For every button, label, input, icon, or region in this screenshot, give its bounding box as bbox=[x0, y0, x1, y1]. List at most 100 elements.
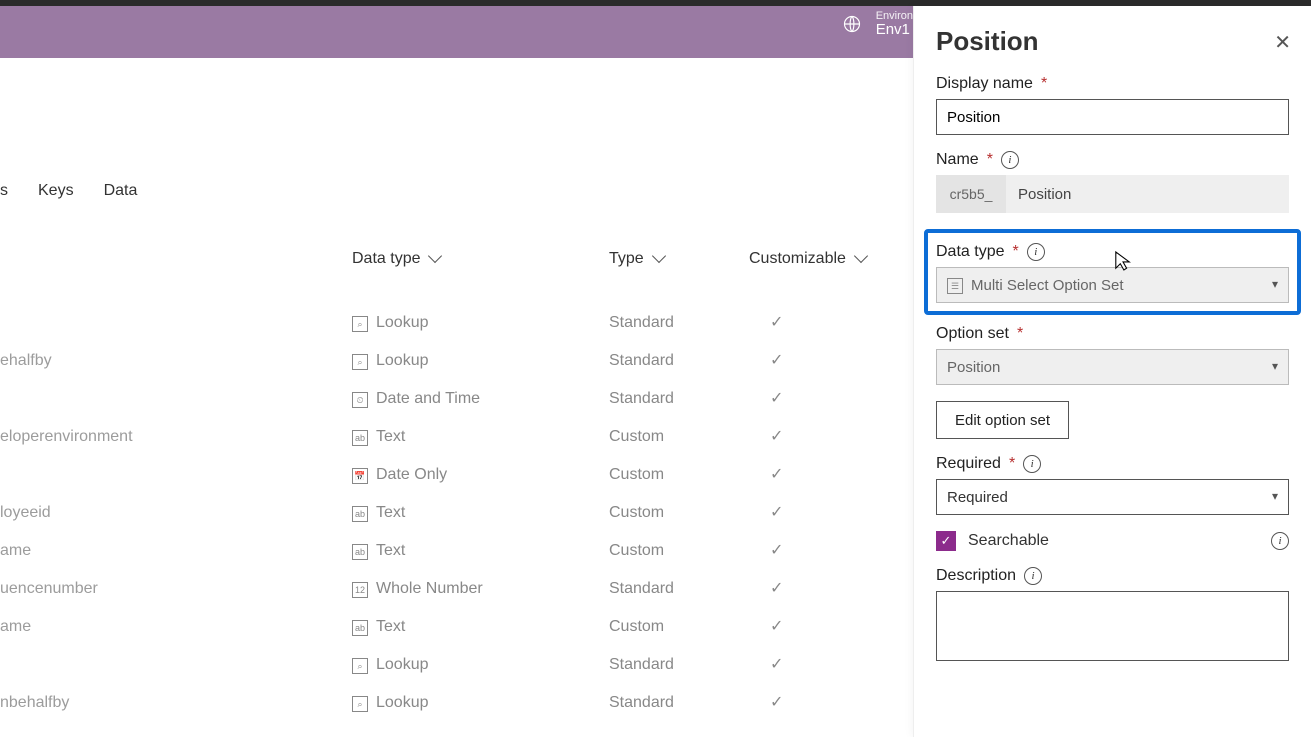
chevron-down-icon: ▾ bbox=[1272, 359, 1278, 373]
row-datatype-text: Text bbox=[376, 418, 405, 456]
table-row[interactable]: ameabTextCustom✓ bbox=[0, 608, 915, 646]
tab-partial[interactable]: s bbox=[0, 182, 8, 200]
row-customizable-check: ✓ bbox=[770, 304, 783, 342]
field-description: Description i bbox=[936, 567, 1289, 666]
row-datatype-text: Lookup bbox=[376, 304, 429, 342]
required-asterisk: * bbox=[987, 151, 993, 169]
name-suffix: Position bbox=[1006, 175, 1289, 213]
column-header-label: Customizable bbox=[749, 250, 846, 268]
datatype-icon: ⌕ bbox=[352, 696, 368, 712]
column-header-type[interactable]: Type bbox=[609, 250, 664, 268]
field-properties-panel: Position ✕ Display name * Name * i cr5b5… bbox=[913, 6, 1311, 737]
datatype-icon: ⌕ bbox=[352, 354, 368, 370]
info-icon[interactable]: i bbox=[1027, 243, 1045, 261]
tab-data[interactable]: Data bbox=[104, 182, 138, 200]
optionset-icon: ☰ bbox=[947, 278, 963, 294]
checkmark-icon: ✓ bbox=[936, 531, 956, 551]
row-datatype-text: Text bbox=[376, 494, 405, 532]
data-type-select[interactable]: ☰ Multi Select Option Set ▾ bbox=[936, 267, 1289, 303]
table-row[interactable]: ehalfby ⌕ Lookup Standard ✓ bbox=[0, 342, 915, 380]
row-datatype-text: Whole Number bbox=[376, 570, 483, 608]
datatype-icon: ⌕ bbox=[352, 658, 368, 674]
table-row[interactable]: uencenumber12Whole NumberStandard✓ bbox=[0, 570, 915, 608]
column-header-customizable[interactable]: Customizable bbox=[749, 250, 866, 268]
column-header-label: Type bbox=[609, 250, 644, 268]
row-type: Custom bbox=[609, 532, 664, 570]
row-name: ame bbox=[0, 532, 31, 570]
row-type: Standard bbox=[609, 342, 674, 380]
row-datatype-text: Lookup bbox=[376, 342, 429, 380]
datatype-icon: ab bbox=[352, 620, 368, 636]
table-row[interactable]: ameabTextCustom✓ bbox=[0, 532, 915, 570]
data-type-value: Multi Select Option Set bbox=[971, 277, 1124, 294]
environment-text: Environ Env1 bbox=[876, 10, 913, 39]
highlighted-data-type: Data type * i ☰ Multi Select Option Set … bbox=[924, 229, 1301, 315]
row-customizable-check: ✓ bbox=[770, 570, 783, 608]
row-type: Custom bbox=[609, 418, 664, 456]
row-datatype-text: Lookup bbox=[376, 646, 429, 684]
environment-picker[interactable]: Environ Env1 bbox=[842, 10, 913, 39]
row-datatype: ab Text bbox=[352, 608, 405, 646]
row-datatype-text: Text bbox=[376, 608, 405, 646]
row-datatype: 12Whole Number bbox=[352, 570, 483, 608]
field-name: Name * i cr5b5_ Position bbox=[936, 151, 1289, 213]
tab-keys[interactable]: Keys bbox=[38, 182, 74, 200]
environment-label: Environ bbox=[876, 10, 913, 22]
chevron-down-icon: ▾ bbox=[1272, 489, 1278, 503]
chevron-down-icon: ▾ bbox=[1272, 277, 1278, 291]
required-select[interactable]: Required ▾ bbox=[936, 479, 1289, 515]
option-set-select[interactable]: Position ▾ bbox=[936, 349, 1289, 385]
row-type: Custom bbox=[609, 608, 664, 646]
close-button[interactable]: ✕ bbox=[1274, 30, 1291, 55]
table-row[interactable]: loyeeidabTextCustom✓ bbox=[0, 494, 915, 532]
required-asterisk: * bbox=[1009, 455, 1015, 473]
table-row[interactable]: 📅Date OnlyCustom✓ bbox=[0, 456, 915, 494]
row-type: Custom bbox=[609, 456, 664, 494]
column-header-datatype[interactable]: Data type bbox=[352, 250, 440, 268]
chevron-down-icon bbox=[428, 249, 442, 263]
row-customizable-check: ✓ bbox=[770, 684, 783, 722]
row-datatype: ⌕ Lookup bbox=[352, 646, 429, 684]
row-customizable-check: ✓ bbox=[770, 608, 783, 646]
info-icon[interactable]: i bbox=[1024, 567, 1042, 585]
edit-option-set-button[interactable]: Edit option set bbox=[936, 401, 1069, 439]
field-required: Required * i Required ▾ bbox=[936, 455, 1289, 515]
row-name: nbehalfby bbox=[0, 684, 69, 722]
info-icon[interactable]: i bbox=[1023, 455, 1041, 473]
info-icon[interactable]: i bbox=[1001, 151, 1019, 169]
datatype-icon: ab bbox=[352, 544, 368, 560]
table-row[interactable]: ⏲Date and TimeStandard✓ bbox=[0, 380, 915, 418]
row-name: ehalfby bbox=[0, 342, 52, 380]
table-row[interactable]: ⌕LookupStandard✓ bbox=[0, 304, 915, 342]
field-option-set: Option set * Position ▾ bbox=[936, 325, 1289, 385]
row-datatype: ⌕Lookup bbox=[352, 304, 429, 342]
table-row[interactable]: nbehalfby⌕LookupStandard✓ bbox=[0, 684, 915, 722]
table-row[interactable]: eloperenvironmentabTextCustom✓ bbox=[0, 418, 915, 456]
environment-value: Env1 bbox=[876, 22, 913, 39]
table-row[interactable]: ⌕LookupStandard✓ bbox=[0, 646, 915, 684]
display-name-input[interactable] bbox=[936, 99, 1289, 135]
option-set-label: Option set bbox=[936, 325, 1009, 343]
row-customizable-check: ✓ bbox=[770, 418, 783, 456]
column-header-label: Data type bbox=[352, 250, 420, 268]
name-prefix: cr5b5_ bbox=[936, 175, 1006, 213]
row-type: Standard bbox=[609, 380, 674, 418]
row-name: loyeeid bbox=[0, 494, 51, 532]
searchable-checkbox[interactable]: ✓ Searchable i bbox=[936, 531, 1289, 551]
row-type: Standard bbox=[609, 646, 674, 684]
row-customizable-check: ✓ bbox=[770, 456, 783, 494]
info-icon[interactable]: i bbox=[1271, 532, 1289, 550]
row-datatype: ⌕Lookup bbox=[352, 684, 429, 722]
chevron-down-icon bbox=[652, 249, 666, 263]
field-display-name: Display name * bbox=[936, 75, 1289, 135]
description-label: Description bbox=[936, 567, 1016, 585]
row-customizable-check: ✓ bbox=[770, 342, 783, 380]
datatype-icon: ab bbox=[352, 506, 368, 522]
row-datatype: ab Text bbox=[352, 494, 405, 532]
cursor-icon bbox=[1114, 250, 1132, 272]
datatype-icon: ab bbox=[352, 430, 368, 446]
option-set-value: Position bbox=[947, 359, 1000, 376]
row-datatype: ⏲Date and Time bbox=[352, 380, 480, 418]
required-asterisk: * bbox=[1012, 243, 1018, 261]
description-textarea[interactable] bbox=[936, 591, 1289, 661]
